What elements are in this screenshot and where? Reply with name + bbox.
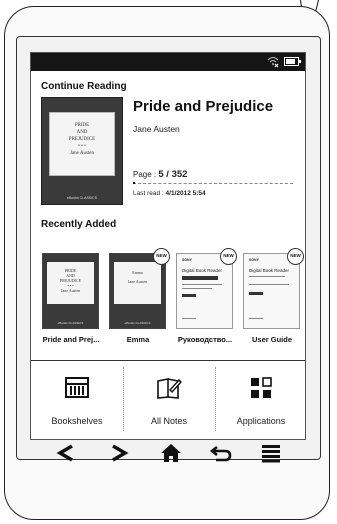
cover-title-line: AND [76,130,88,135]
current-book-title[interactable]: Pride and Prejudice [133,98,273,115]
doc-line [182,284,222,285]
thumb-panel: PRIDE AND PREJUDICE • • • Jane Austen [47,262,94,304]
page-label: Page : [133,170,157,179]
doc-bar [249,292,263,295]
recently-added-heading: Recently Added [41,219,117,230]
thumb-panel: Emma Jane Austen [114,262,161,304]
recent-book-thumbnail[interactable]: SONY Digital Book Reader NEW [176,248,237,329]
doc-line [249,276,285,277]
recent-book-thumbnail[interactable]: PRIDE AND PREJUDICE • • • Jane Austen eB… [42,253,99,329]
last-read-value: 4/1/2012 5:54 [165,190,206,197]
reading-progress-track [133,183,293,184]
last-read-label: Last read : [133,190,164,197]
recent-book-label[interactable]: User Guide [241,335,303,344]
doc-line [249,318,263,319]
doc-line [182,288,212,289]
doc-line [249,284,289,285]
bookshelves-label: Bookshelves [51,416,103,426]
cover-title-line: PREJUDICE [68,137,96,142]
cover-author: Jane Austen [69,151,95,156]
doc-line [182,318,196,319]
thumb-publisher: eBooks CLASSICS [57,321,84,325]
current-book-author: Jane Austen [133,124,180,134]
all-notes-button[interactable]: All Notes [123,361,215,439]
reading-progress-fill [133,182,135,184]
doc-brand: SONY [182,258,192,262]
cover-title-line: PRIDE [74,123,90,128]
recent-book-thumbnail[interactable]: Emma Jane Austen eBooks CLASSICS NEW [109,248,170,329]
applications-label: Applications [236,416,286,426]
doc-bar [182,276,218,280]
new-badge: NEW [153,248,170,265]
wifi-off-icon [267,57,279,68]
cover-panel: PRIDE AND PREJUDICE • • • Jane Austen [49,112,115,176]
last-read-info: Last read : 4/1/2012 5:54 [133,190,206,197]
back-arrow-icon[interactable] [52,443,82,463]
recent-book-label[interactable]: Руководство... [174,335,236,344]
applications-button[interactable]: Applications [215,361,305,439]
status-bar [31,53,305,71]
all-notes-label: All Notes [150,416,187,426]
new-badge: NEW [220,248,237,265]
doc-title: Digital Book Reader [182,268,223,273]
recent-book-label[interactable]: Emma [107,335,169,344]
applications-icon [251,377,272,398]
battery-fill [286,59,295,64]
thumb-author: Jane Austen [60,288,81,293]
page-indicator: Page : 5 / 352 [133,169,187,180]
doc-title: Digital Book Reader [249,268,290,273]
continue-reading-heading: Continue Reading [41,81,127,92]
app-bar: Bookshelves All Notes Applications [31,360,305,439]
menu-icon[interactable] [256,443,286,463]
bookshelves-button[interactable]: Bookshelves [31,361,123,439]
current-book-cover[interactable]: PRIDE AND PREJUDICE • • • Jane Austen eB… [41,97,123,205]
notes-icon [157,378,182,399]
forward-arrow-icon[interactable] [104,443,134,463]
thumb-publisher: eBooks CLASSICS [124,321,151,325]
new-badge: NEW [287,248,304,265]
page-value: 5 / 352 [158,169,188,180]
thumb-author: Jane Austen [127,279,148,284]
recent-book-thumbnail[interactable]: SONY Digital Book Reader NEW [243,248,304,329]
recent-book-label[interactable]: Pride and Prej... [40,335,102,344]
cover-ornament: • • • [78,144,86,149]
screen: Continue Reading PRIDE AND PREJUDICE • •… [30,52,306,440]
return-icon[interactable] [206,443,236,463]
home-icon[interactable] [156,443,186,463]
doc-brand: SONY [249,258,259,262]
doc-bar [182,294,196,297]
battery-icon [284,57,301,66]
cover-publisher: eBooks CLASSICS [67,196,97,200]
bookshelves-icon [65,377,89,398]
